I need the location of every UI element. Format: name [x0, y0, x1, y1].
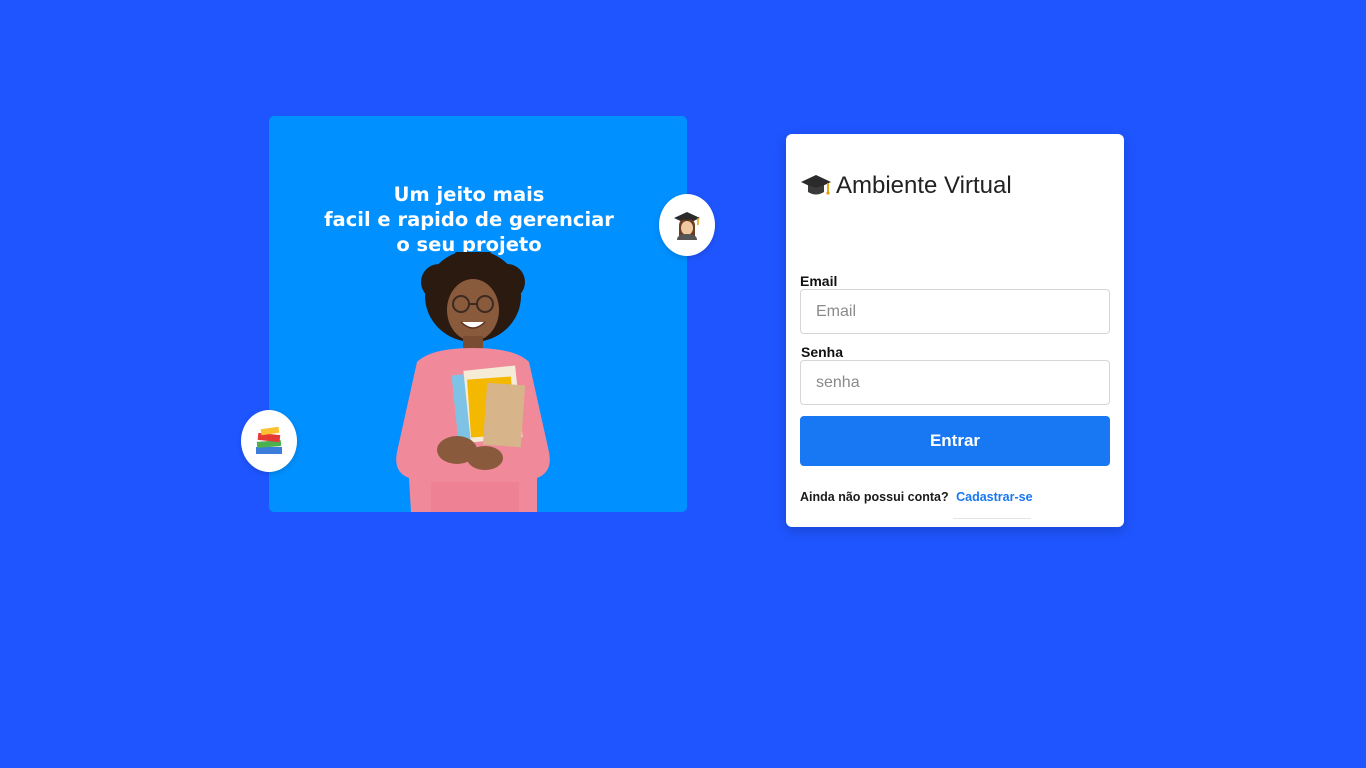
login-page: Um jeito mais facil e rapido de gerencia… [0, 0, 1366, 768]
books-icon [256, 426, 282, 454]
teacher-icon [674, 212, 700, 240]
hero-title: Um jeito mais facil e rapido de gerencia… [269, 182, 669, 257]
password-field[interactable] [800, 360, 1110, 405]
email-field[interactable] [800, 289, 1110, 334]
login-button[interactable]: Entrar [800, 416, 1110, 466]
hero-title-line-2: facil e rapido de gerenciar [324, 208, 614, 231]
signup-prompt: Ainda não possui conta? [800, 490, 949, 504]
email-label: Email [800, 273, 838, 289]
signup-row: Ainda não possui conta? Cadastrar-se [800, 490, 1033, 504]
signup-divider [953, 518, 1031, 519]
student-illustration [396, 252, 550, 512]
password-label: Senha [801, 344, 844, 360]
login-card: Ambiente Virtual Email Senha Entrar Aind… [786, 134, 1124, 527]
card-header: Ambiente Virtual [800, 172, 1012, 200]
signup-link[interactable]: Cadastrar-se [956, 490, 1032, 504]
hero-panel: Um jeito mais facil e rapido de gerencia… [269, 116, 687, 512]
card-title: Ambiente Virtual [836, 172, 1012, 199]
teacher-badge [659, 194, 715, 256]
books-badge [241, 410, 297, 472]
hero-title-line-1: Um jeito mais [393, 183, 545, 206]
graduation-cap-icon [801, 175, 831, 195]
